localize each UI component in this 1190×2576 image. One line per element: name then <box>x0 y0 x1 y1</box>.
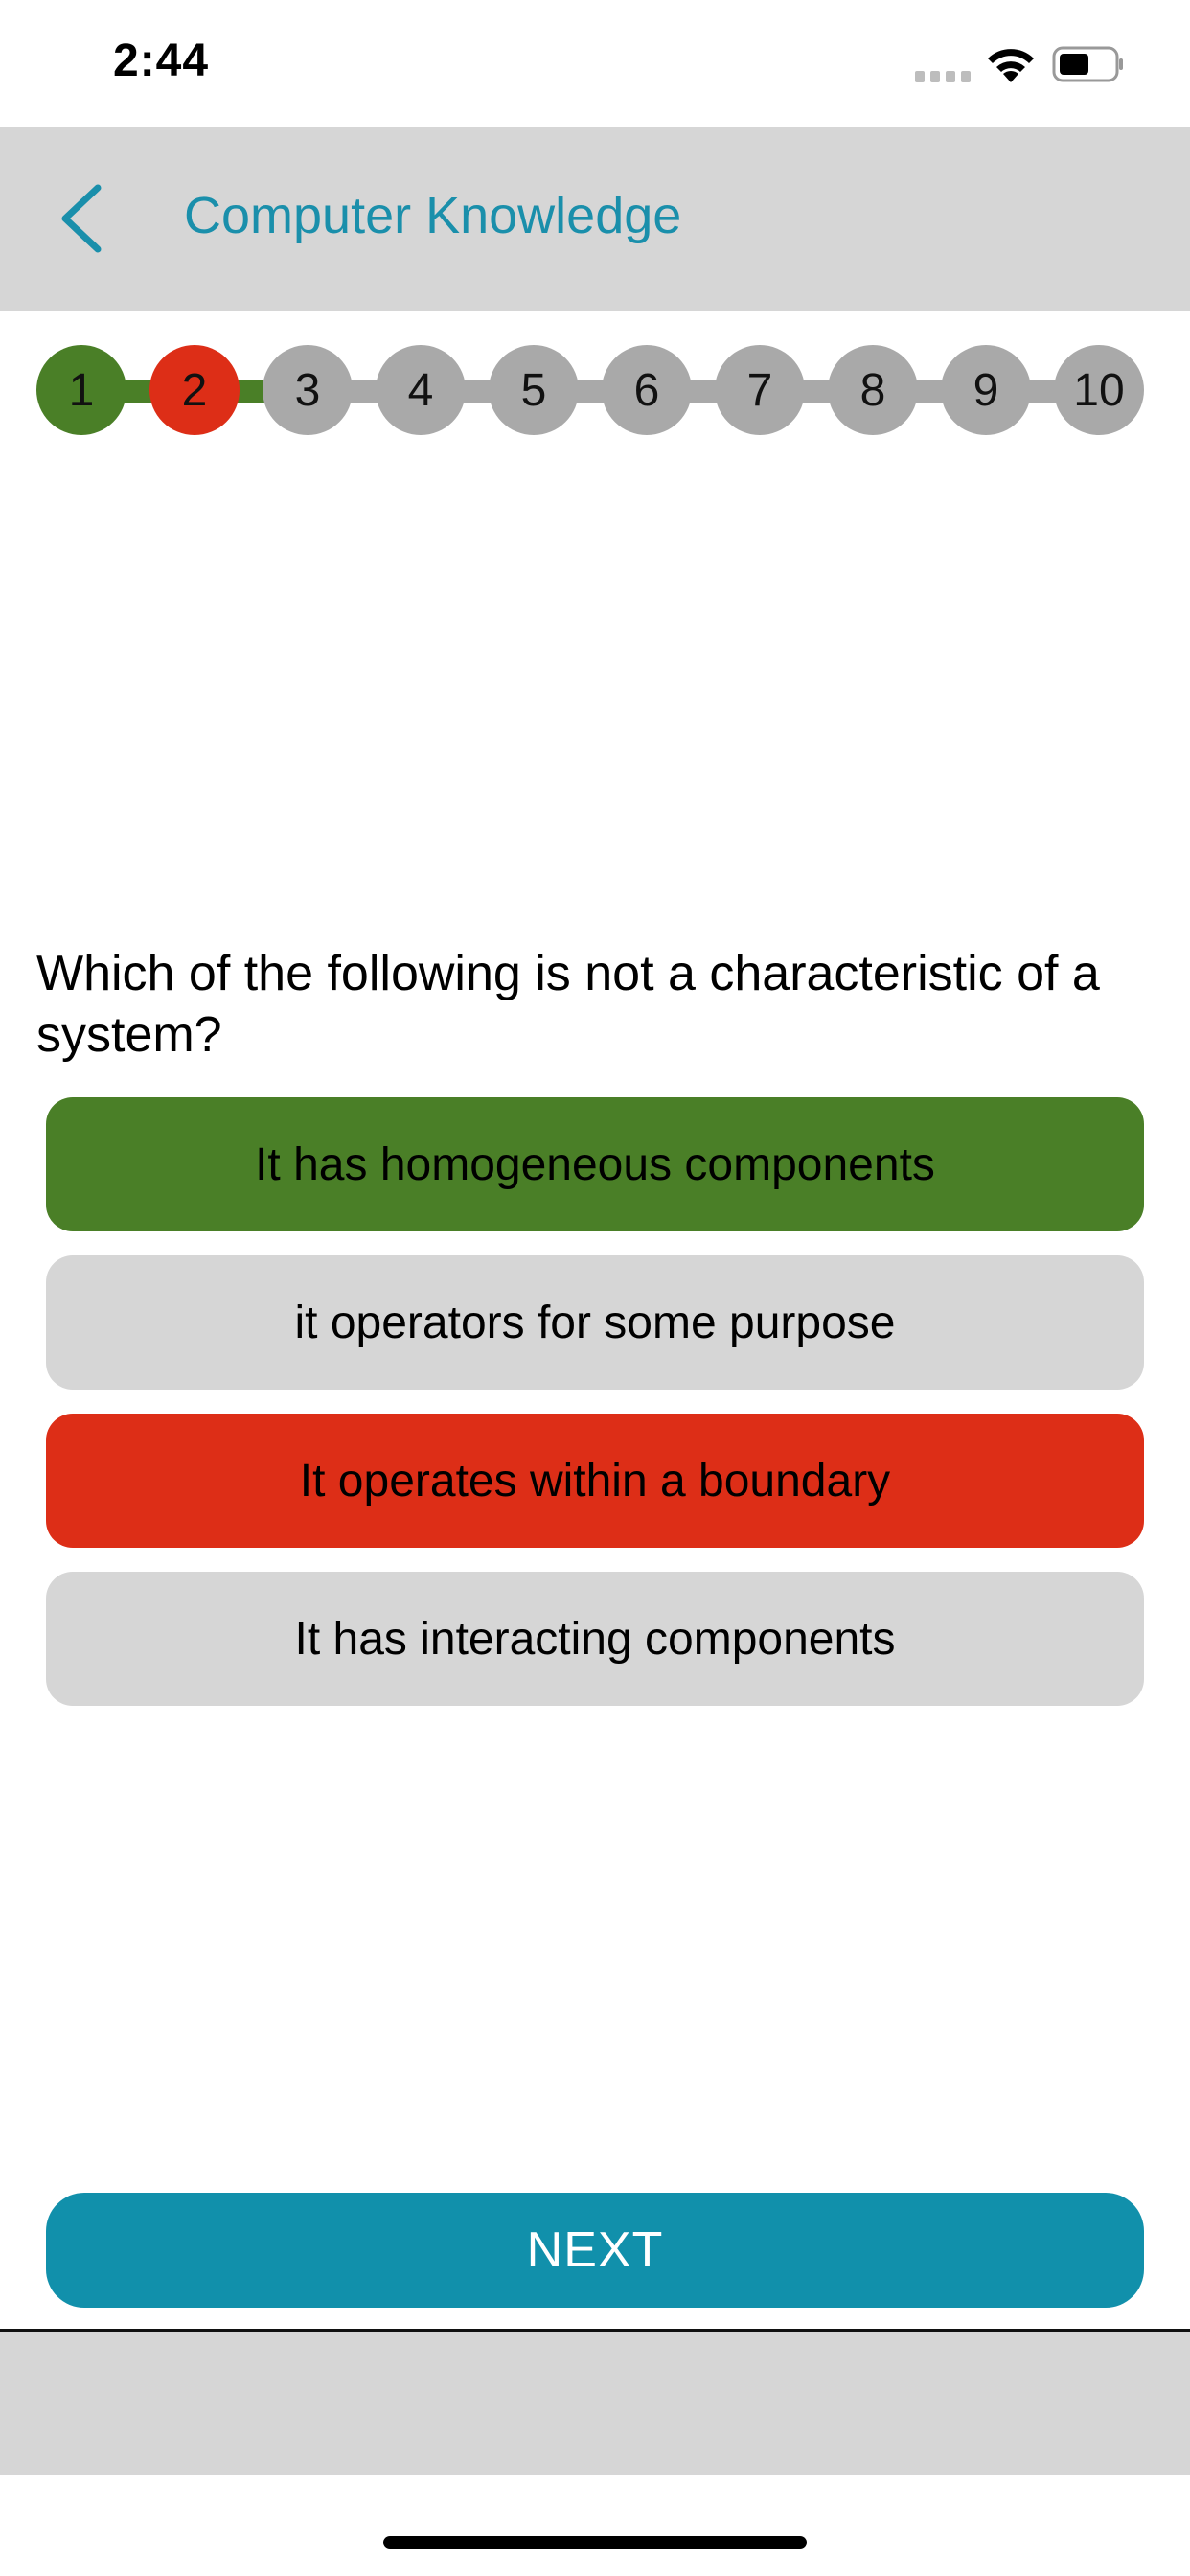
quiz-screen: 2:44 Computer Knowledge 1 2 3 4 5 6 7 8 … <box>0 0 1190 2576</box>
progress-step-10: 10 <box>1054 345 1144 435</box>
next-button[interactable]: NEXT <box>46 2193 1144 2308</box>
progress-step-6: 6 <box>602 345 692 435</box>
question-progress: 1 2 3 4 5 6 7 8 9 10 <box>36 345 1154 437</box>
progress-step-5: 5 <box>489 345 579 435</box>
question-text: Which of the following is not a characte… <box>36 946 1100 1063</box>
answer-option-2[interactable]: it operators for some purpose <box>46 1255 1144 1390</box>
chevron-left-icon[interactable] <box>54 180 111 257</box>
progress-step-3: 3 <box>263 345 353 435</box>
navigation-bar: Computer Knowledge <box>0 126 1190 310</box>
progress-step-7: 7 <box>715 345 805 435</box>
progress-step-2: 2 <box>149 345 240 435</box>
answer-option-1[interactable]: It has homogeneous components <box>46 1097 1144 1231</box>
home-indicator[interactable] <box>383 2536 807 2549</box>
bottom-bar <box>0 2332 1190 2475</box>
battery-icon <box>1052 46 1123 82</box>
status-bar: 2:44 <box>0 0 1190 126</box>
page-title: Computer Knowledge <box>184 187 682 244</box>
progress-step-8: 8 <box>828 345 918 435</box>
status-time: 2:44 <box>113 35 210 86</box>
progress-step-9: 9 <box>941 345 1031 435</box>
answer-option-3[interactable]: It operates within a boundary <box>46 1414 1144 1548</box>
progress-step-1: 1 <box>36 345 126 435</box>
answer-option-4[interactable]: It has interacting components <box>46 1572 1144 1706</box>
wifi-icon <box>988 49 1034 82</box>
cellular-signal-icon <box>915 71 971 82</box>
progress-step-4: 4 <box>376 345 466 435</box>
